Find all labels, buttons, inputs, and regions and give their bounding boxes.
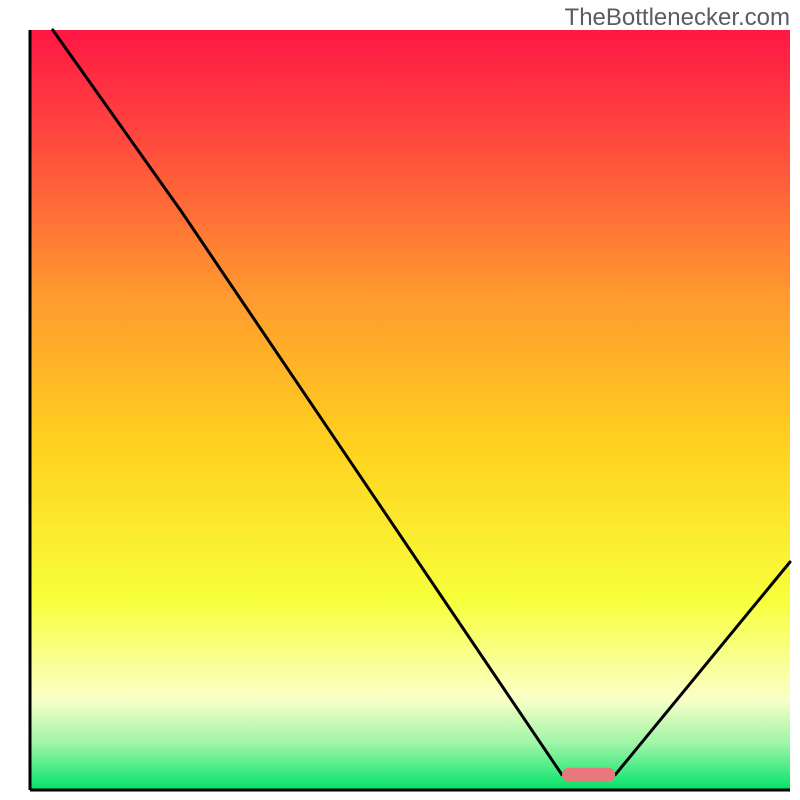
optimal-marker: [562, 768, 615, 782]
chart-svg: [0, 0, 800, 800]
attribution-label: TheBottlenecker.com: [565, 4, 790, 32]
bottleneck-chart: TheBottlenecker.com: [0, 0, 800, 800]
plot-background: [30, 30, 790, 790]
